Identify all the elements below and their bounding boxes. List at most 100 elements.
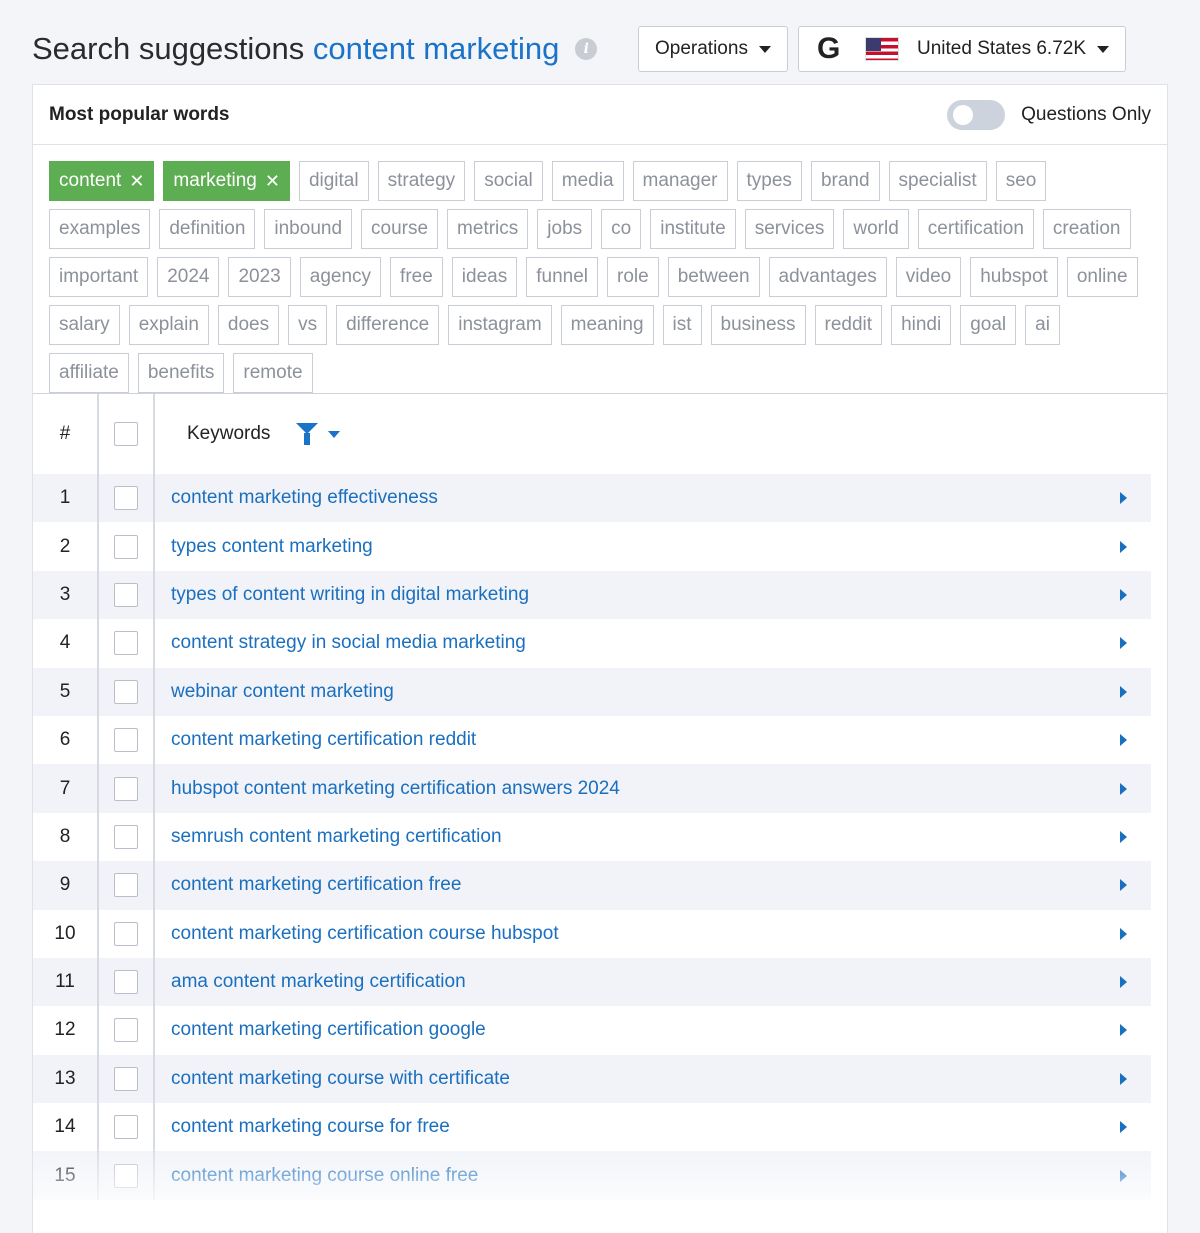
info-icon[interactable]: i	[575, 38, 598, 60]
word-tag[interactable]: social	[474, 161, 543, 201]
word-tag[interactable]: role	[607, 257, 659, 297]
row-checkbox[interactable]	[114, 776, 138, 801]
keyword-link[interactable]: ama content marketing certification	[155, 958, 1151, 1006]
row-checkbox[interactable]	[114, 534, 138, 559]
word-tag[interactable]: course	[361, 209, 439, 249]
keyword-link[interactable]: webinar content marketing	[155, 668, 1151, 716]
expand-arrow-icon[interactable]	[1120, 879, 1127, 892]
close-icon[interactable]: ✕	[265, 171, 280, 192]
word-tag[interactable]: co	[601, 209, 642, 249]
row-checkbox[interactable]	[114, 679, 138, 704]
word-tag[interactable]: media	[551, 161, 624, 201]
word-tag[interactable]: does	[217, 305, 280, 345]
expand-arrow-icon[interactable]	[1120, 1169, 1127, 1182]
word-tag[interactable]: examples	[49, 209, 151, 249]
word-tag[interactable]: hindi	[891, 305, 952, 345]
questions-only-toggle[interactable]	[947, 99, 1006, 130]
keyword-link[interactable]: semrush content marketing certification	[155, 813, 1151, 861]
word-tag[interactable]: affiliate	[49, 353, 129, 393]
expand-arrow-icon[interactable]	[1120, 492, 1127, 505]
expand-arrow-icon[interactable]	[1120, 1024, 1127, 1037]
expand-arrow-icon[interactable]	[1120, 976, 1127, 989]
word-tag[interactable]: between	[667, 257, 760, 297]
row-checkbox[interactable]	[114, 873, 138, 898]
keyword-link[interactable]: content marketing certification free	[155, 861, 1151, 909]
word-tag[interactable]: business	[710, 305, 806, 345]
word-tag[interactable]: important	[49, 257, 149, 297]
row-checkbox[interactable]	[114, 824, 138, 849]
row-checkbox[interactable]	[114, 1163, 138, 1188]
keyword-link[interactable]: types of content writing in digital mark…	[155, 571, 1151, 619]
word-tag[interactable]: definition	[159, 209, 256, 249]
row-checkbox[interactable]	[114, 921, 138, 946]
word-tag[interactable]: agency	[299, 257, 382, 297]
word-tag[interactable]: instagram	[448, 305, 552, 345]
expand-arrow-icon[interactable]	[1120, 540, 1127, 553]
keyword-link[interactable]: types content marketing	[155, 522, 1151, 570]
expand-arrow-icon[interactable]	[1120, 588, 1127, 601]
region-dropdown[interactable]: G United States 6.72K	[798, 26, 1126, 72]
row-checkbox[interactable]	[114, 970, 138, 995]
expand-arrow-icon[interactable]	[1120, 830, 1127, 843]
word-tag[interactable]: creation	[1042, 209, 1131, 249]
word-tag[interactable]: manager	[632, 161, 728, 201]
expand-arrow-icon[interactable]	[1120, 685, 1127, 698]
active-tag[interactable]: marketing ✕	[163, 161, 290, 201]
word-tag[interactable]: metrics	[447, 209, 529, 249]
word-tag[interactable]: services	[744, 209, 835, 249]
word-tag[interactable]: meaning	[560, 305, 654, 345]
keyword-link[interactable]: content strategy in social media marketi…	[155, 619, 1151, 667]
expand-arrow-icon[interactable]	[1120, 734, 1127, 747]
word-tag[interactable]: benefits	[137, 353, 225, 393]
word-tag[interactable]: salary	[49, 305, 120, 345]
word-tag[interactable]: ideas	[451, 257, 518, 297]
word-tag[interactable]: ist	[662, 305, 702, 345]
keyword-link[interactable]: hubspot content marketing certification …	[155, 764, 1151, 812]
row-checkbox[interactable]	[114, 1115, 138, 1140]
word-tag[interactable]: explain	[128, 305, 209, 345]
row-checkbox[interactable]	[114, 728, 138, 753]
word-tag[interactable]: digital	[298, 161, 369, 201]
operations-dropdown[interactable]: Operations	[638, 26, 788, 72]
select-all-checkbox[interactable]	[114, 422, 138, 446]
word-tag[interactable]: funnel	[526, 257, 598, 297]
word-tag[interactable]: video	[895, 257, 962, 297]
word-tag[interactable]: remote	[233, 353, 313, 393]
keyword-link[interactable]: content marketing certification google	[155, 1006, 1151, 1054]
row-checkbox[interactable]	[114, 631, 138, 656]
expand-arrow-icon[interactable]	[1120, 927, 1127, 940]
word-tag[interactable]: hubspot	[970, 257, 1058, 297]
expand-arrow-icon[interactable]	[1120, 782, 1127, 795]
word-tag[interactable]: types	[736, 161, 802, 201]
word-tag[interactable]: reddit	[814, 305, 883, 345]
word-tag[interactable]: vs	[288, 305, 328, 345]
keyword-link[interactable]: content marketing effectiveness	[155, 474, 1151, 522]
row-checkbox[interactable]	[114, 486, 138, 511]
expand-arrow-icon[interactable]	[1120, 1121, 1127, 1134]
filter-icon[interactable]	[296, 423, 319, 445]
row-checkbox[interactable]	[114, 1018, 138, 1043]
word-tag[interactable]: free	[390, 257, 443, 297]
word-tag[interactable]: strategy	[377, 161, 466, 201]
word-tag[interactable]: specialist	[888, 161, 987, 201]
word-tag[interactable]: advantages	[768, 257, 887, 297]
word-tag[interactable]: inbound	[264, 209, 353, 249]
word-tag[interactable]: certification	[917, 209, 1034, 249]
word-tag[interactable]: 2024	[157, 257, 220, 297]
keyword-link[interactable]: content marketing course for free	[155, 1103, 1151, 1151]
keyword-link[interactable]: content marketing course with certificat…	[155, 1055, 1151, 1103]
expand-arrow-icon[interactable]	[1120, 1072, 1127, 1085]
word-tag[interactable]: brand	[810, 161, 880, 201]
row-checkbox[interactable]	[114, 582, 138, 607]
word-tag[interactable]: ai	[1025, 305, 1060, 345]
word-tag[interactable]: seo	[995, 161, 1047, 201]
word-tag[interactable]: jobs	[537, 209, 593, 249]
word-tag[interactable]: online	[1066, 257, 1138, 297]
close-icon[interactable]: ✕	[129, 171, 144, 192]
word-tag[interactable]: goal	[960, 305, 1017, 345]
chevron-down-icon[interactable]	[328, 430, 341, 438]
word-tag[interactable]: institute	[650, 209, 736, 249]
keyword-link[interactable]: content marketing certification reddit	[155, 716, 1151, 764]
row-checkbox[interactable]	[114, 1066, 138, 1091]
active-tag[interactable]: content ✕	[49, 161, 155, 201]
